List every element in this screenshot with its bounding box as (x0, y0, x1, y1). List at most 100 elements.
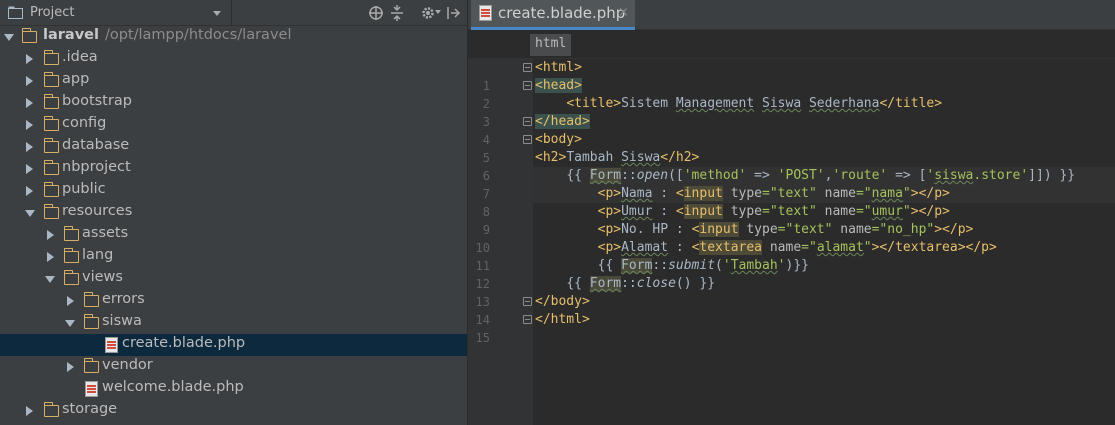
folder-icon (43, 50, 59, 65)
project-panel: Project laravel /opt/lampp/htdocs/larave… (0, 0, 467, 425)
expand-arrow-icon[interactable] (47, 230, 54, 240)
folder-icon (43, 116, 59, 131)
tree-item-database[interactable]: database (0, 136, 467, 158)
tree-item-label: public (62, 181, 106, 197)
folder-icon (43, 72, 59, 87)
project-tree: laravel/opt/lampp/htdocs/laravel .idea a… (0, 26, 467, 422)
tree-item-path: /opt/lampp/htdocs/laravel (104, 27, 292, 43)
fold-icon[interactable] (523, 63, 532, 72)
folder-icon (83, 358, 99, 373)
code-line: 5 <body> (468, 131, 1115, 165)
tree-item-app[interactable]: app (0, 70, 467, 92)
tree-item-label: bootstrap (62, 93, 132, 109)
tree-item-label: lang (82, 247, 114, 263)
code-line: 2 <head> (468, 77, 1115, 111)
folder-icon (43, 160, 59, 175)
tree-item-label: assets (82, 225, 129, 241)
code-line: 14 </body> (468, 293, 1115, 327)
tree-item-label: laravel (43, 27, 99, 43)
expand-arrow-icon[interactable] (26, 54, 33, 64)
expand-arrow-icon[interactable] (47, 252, 54, 262)
tree-item-label: .idea (62, 49, 98, 65)
folder-icon (21, 28, 37, 43)
target-icon[interactable] (367, 4, 385, 22)
tree-item-siswa[interactable]: siswa (0, 312, 467, 334)
tree-item-errors[interactable]: errors (0, 290, 467, 312)
code-area[interactable]: 1 <html> 2 <head> 3 <title>Sistem Manage… (468, 59, 1115, 345)
tab-label: create.blade.php (498, 4, 626, 22)
tree-item-label: errors (102, 291, 145, 307)
folder-icon (43, 402, 59, 417)
breadcrumb-item-html[interactable]: html (530, 34, 572, 56)
code-line: 7 {{ Form::open(['method' => 'POST','rou… (468, 167, 1115, 201)
folder-icon (63, 248, 79, 263)
collapse-icon[interactable] (388, 4, 406, 22)
tree-item-config[interactable]: config (0, 114, 467, 136)
tree-item-create-blade-php[interactable]: create.blade.php (0, 334, 467, 356)
folder-icon (63, 226, 79, 241)
tree-item-label: siswa (102, 313, 142, 329)
header-divider (231, 0, 232, 26)
code-line: 10 <p>No. HP : <input type="text" name="… (468, 221, 1115, 255)
code-line: 8 <p>Nama : <input type="text" name="nam… (468, 185, 1115, 219)
tree-item-label: vendor (102, 357, 153, 373)
expand-arrow-icon[interactable] (25, 210, 35, 217)
tree-item-welcome-blade-php[interactable]: welcome.blade.php (0, 378, 467, 400)
chevron-down-icon[interactable] (213, 11, 221, 16)
project-icon (8, 6, 23, 19)
code-line: 13 {{ Form::close() }} (468, 275, 1115, 309)
blade-file-icon (85, 381, 98, 397)
code-line: 1 <html> (468, 59, 1115, 93)
editor-tab-bar: create.blade.php × (468, 0, 1115, 30)
code-line: 9 <p>Umur : <input type="text" name="umu… (468, 203, 1115, 237)
tree-item-vendor[interactable]: vendor (0, 356, 467, 378)
code-line: 12 {{ Form::submit('Tambah')}} (468, 257, 1115, 291)
tree-item-lang[interactable]: lang (0, 246, 467, 268)
tree-item-resources[interactable]: resources (0, 202, 467, 224)
expand-arrow-icon[interactable] (67, 296, 74, 306)
tree-item-nbproject[interactable]: nbproject (0, 158, 467, 180)
tree-item-label: resources (62, 203, 133, 219)
tree-item-storage[interactable]: storage (0, 400, 467, 422)
folder-icon (83, 292, 99, 307)
expand-arrow-icon[interactable] (26, 98, 33, 108)
project-panel-header: Project (0, 0, 467, 26)
blade-file-icon (105, 337, 118, 353)
close-icon[interactable]: × (618, 5, 629, 20)
pin-icon[interactable] (445, 4, 463, 22)
tree-item-views[interactable]: views (0, 268, 467, 290)
folder-icon (43, 204, 59, 219)
fold-icon[interactable] (523, 135, 532, 144)
fold-icon[interactable] (523, 315, 532, 324)
tree-item-label: storage (62, 401, 118, 417)
expand-arrow-icon[interactable] (4, 34, 14, 41)
tree-item-label: config (62, 115, 107, 131)
tree-item-idea[interactable]: .idea (0, 48, 467, 70)
tree-item-label: database (62, 137, 130, 153)
gear-dropdown-icon[interactable] (435, 10, 441, 14)
expand-arrow-icon[interactable] (26, 164, 33, 174)
tree-item-bootstrap[interactable]: bootstrap (0, 92, 467, 114)
expand-arrow-icon[interactable] (45, 276, 55, 283)
expand-arrow-icon[interactable] (65, 320, 75, 327)
tab-create-blade-php[interactable]: create.blade.php × (471, 0, 635, 30)
blade-file-icon (479, 5, 492, 21)
expand-arrow-icon[interactable] (67, 362, 74, 372)
code-line: 4 </head> (468, 113, 1115, 147)
project-panel-title[interactable]: Project (30, 5, 74, 20)
expand-arrow-icon[interactable] (26, 406, 33, 416)
tree-item-laravel[interactable]: laravel/opt/lampp/htdocs/laravel (0, 26, 467, 48)
tree-item-assets[interactable]: assets (0, 224, 467, 246)
folder-icon (83, 314, 99, 329)
tree-item-label: views (82, 269, 123, 285)
fold-icon[interactable] (523, 117, 532, 126)
fold-icon[interactable] (523, 81, 532, 90)
expand-arrow-icon[interactable] (26, 76, 33, 86)
code-line: 6 <h2>Tambah Siswa</h2> (468, 149, 1115, 183)
expand-arrow-icon[interactable] (26, 120, 33, 130)
fold-icon[interactable] (523, 297, 532, 306)
expand-arrow-icon[interactable] (26, 142, 33, 152)
tree-item-public[interactable]: public (0, 180, 467, 202)
expand-arrow-icon[interactable] (26, 186, 33, 196)
tree-item-label: create.blade.php (122, 335, 246, 351)
